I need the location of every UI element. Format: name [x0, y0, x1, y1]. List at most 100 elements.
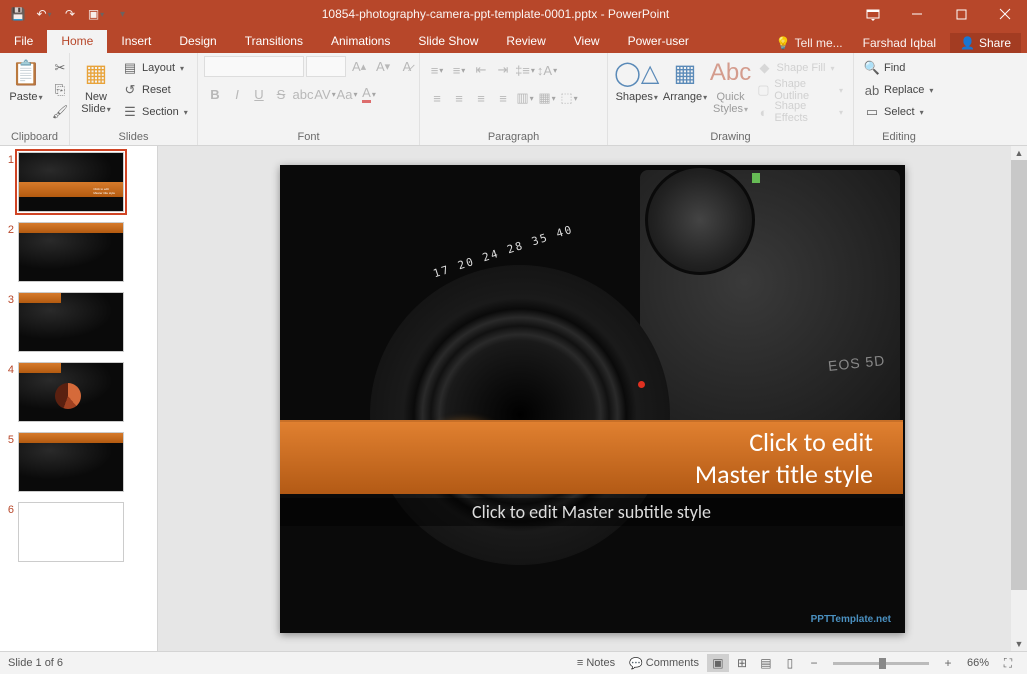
quick-styles-button[interactable]: Abc Quick Styles▾ [711, 55, 751, 117]
format-painter-button[interactable]: 🖌 [48, 101, 72, 123]
comments-button[interactable]: 💬Comments [623, 655, 705, 672]
clear-formatting-button[interactable]: A̷ [396, 55, 418, 77]
shape-effects-button[interactable]: ◐Shape Effects▾ [753, 101, 847, 123]
tab-home[interactable]: Home [47, 30, 107, 53]
slide-editor-area[interactable]: 17 20 24 28 35 40 EOS 5D Click to edit M… [158, 146, 1027, 651]
fit-to-window-button[interactable]: ⛶ [997, 654, 1019, 672]
ribbon-options-button[interactable] [851, 0, 895, 28]
thumbnail-2[interactable]: 2 [4, 222, 153, 282]
tab-poweruser[interactable]: Power-user [614, 30, 703, 53]
reading-view-button[interactable]: ▤ [755, 654, 777, 672]
maximize-button[interactable] [939, 0, 983, 28]
tab-transitions[interactable]: Transitions [231, 30, 317, 53]
justify-button[interactable]: ≡ [492, 87, 514, 109]
quick-access-toolbar: 💾 ↶▾ ↷ ▣▾ ▾ [0, 2, 140, 26]
slideshow-view-button[interactable]: ▯ [779, 654, 801, 672]
layout-button[interactable]: ▤Layout▾ [118, 57, 192, 79]
new-slide-icon: ▦ [80, 57, 112, 89]
thumbnail-6[interactable]: 6 [4, 502, 153, 562]
align-left-button[interactable]: ≡ [426, 87, 448, 109]
zoom-out-button[interactable]: − [803, 654, 825, 672]
start-from-beginning-button[interactable]: ▣▾ [84, 2, 108, 26]
tab-design[interactable]: Design [165, 30, 230, 53]
decrease-indent-button[interactable]: ⇤ [470, 59, 492, 81]
paste-button[interactable]: 📋 Paste▾ [6, 55, 46, 105]
change-case-button[interactable]: Aa▾ [336, 83, 358, 105]
thumbnail-5[interactable]: 5 [4, 432, 153, 492]
smartart-button[interactable]: ⬚▾ [558, 87, 580, 109]
replace-button[interactable]: abReplace▾ [860, 79, 937, 101]
copy-button[interactable]: ⎘ [48, 79, 72, 101]
numbering-button[interactable]: ≡▾ [448, 59, 470, 81]
undo-button[interactable]: ↶▾ [32, 2, 56, 26]
normal-view-button[interactable]: ▣ [707, 654, 729, 672]
strikethrough-button[interactable]: S [270, 83, 292, 105]
font-color-button[interactable]: A▾ [358, 83, 380, 105]
user-name[interactable]: Farshad Iqbal [857, 36, 942, 50]
tab-animations[interactable]: Animations [317, 30, 404, 53]
underline-button[interactable]: U [248, 83, 270, 105]
brush-icon: 🖌 [52, 104, 68, 120]
decrease-font-button[interactable]: A▾ [372, 55, 394, 77]
vertical-scrollbar[interactable]: ▲ ▼ [1011, 146, 1027, 651]
italic-button[interactable]: I [226, 83, 248, 105]
shape-outline-button[interactable]: ▢Shape Outline▾ [753, 79, 847, 101]
zoom-in-button[interactable]: + [937, 654, 959, 672]
minimize-button[interactable] [895, 0, 939, 28]
arrange-button[interactable]: ▦ Arrange▾ [661, 55, 708, 105]
thumbnail-3[interactable]: 3 [4, 292, 153, 352]
sorter-view-button[interactable]: ⊞ [731, 654, 753, 672]
slide-counter[interactable]: Slide 1 of 6 [8, 657, 63, 669]
new-slide-button[interactable]: ▦ New Slide▾ [76, 55, 116, 117]
tab-review[interactable]: Review [492, 30, 559, 53]
thumbnail-4[interactable]: 4 [4, 362, 153, 422]
align-right-button[interactable]: ≡ [470, 87, 492, 109]
redo-button[interactable]: ↷ [58, 2, 82, 26]
tell-me-input[interactable]: 💡 Tell me... [770, 36, 849, 50]
close-button[interactable] [983, 0, 1027, 28]
select-button[interactable]: ▭Select▾ [860, 101, 937, 123]
tab-insert[interactable]: Insert [107, 30, 165, 53]
notes-button[interactable]: ≡Notes [571, 655, 621, 671]
red-indicator [638, 381, 645, 388]
zoom-slider[interactable] [833, 662, 929, 665]
increase-indent-button[interactable]: ⇥ [492, 59, 514, 81]
scroll-up-button[interactable]: ▲ [1011, 146, 1027, 160]
cut-button[interactable]: ✂ [48, 57, 72, 79]
align-text-button[interactable]: ▦▾ [536, 87, 558, 109]
slide-thumbnails-pane[interactable]: 1Click to editMaster title style 2 3 4 5… [0, 146, 158, 651]
save-button[interactable]: 💾 [6, 2, 30, 26]
scrollbar-thumb[interactable] [1011, 160, 1027, 590]
slide-canvas[interactable]: 17 20 24 28 35 40 EOS 5D Click to edit M… [280, 165, 905, 633]
title-placeholder[interactable]: Click to edit Master title style [280, 420, 903, 494]
copy-icon: ⎘ [52, 82, 68, 98]
group-clipboard-label: Clipboard [6, 130, 63, 145]
subtitle-placeholder[interactable]: Click to edit Master subtitle style [280, 498, 903, 526]
find-button[interactable]: 🔍Find [860, 57, 937, 79]
increase-font-button[interactable]: A▴ [348, 55, 370, 77]
section-button[interactable]: ☰Section▾ [118, 101, 192, 123]
qat-customize-button[interactable]: ▾ [110, 2, 134, 26]
tab-view[interactable]: View [560, 30, 614, 53]
tab-file[interactable]: File [0, 30, 47, 53]
ribbon-tabs: File Home Insert Design Transitions Anim… [0, 28, 1027, 53]
font-size-select[interactable] [306, 56, 346, 77]
tab-slideshow[interactable]: Slide Show [404, 30, 492, 53]
line-spacing-button[interactable]: ‡≡▾ [514, 59, 536, 81]
share-button[interactable]: 👤Share [950, 33, 1021, 53]
zoom-level[interactable]: 66% [961, 655, 995, 671]
text-direction-button[interactable]: ↕A▾ [536, 59, 558, 81]
bold-button[interactable]: B [204, 83, 226, 105]
font-family-select[interactable] [204, 56, 304, 77]
shapes-button[interactable]: ◯△ Shapes▾ [614, 55, 659, 105]
bullets-button[interactable]: ≡▾ [426, 59, 448, 81]
thumbnail-1[interactable]: 1Click to editMaster title style [4, 152, 153, 212]
columns-button[interactable]: ▥▾ [514, 87, 536, 109]
layout-icon: ▤ [122, 60, 138, 76]
shadow-button[interactable]: abc [292, 83, 314, 105]
scroll-down-button[interactable]: ▼ [1011, 637, 1027, 651]
char-spacing-button[interactable]: AV▾ [314, 83, 336, 105]
align-center-button[interactable]: ≡ [448, 87, 470, 109]
shape-fill-button[interactable]: ◆Shape Fill▾ [753, 57, 847, 79]
reset-button[interactable]: ↺Reset [118, 79, 192, 101]
